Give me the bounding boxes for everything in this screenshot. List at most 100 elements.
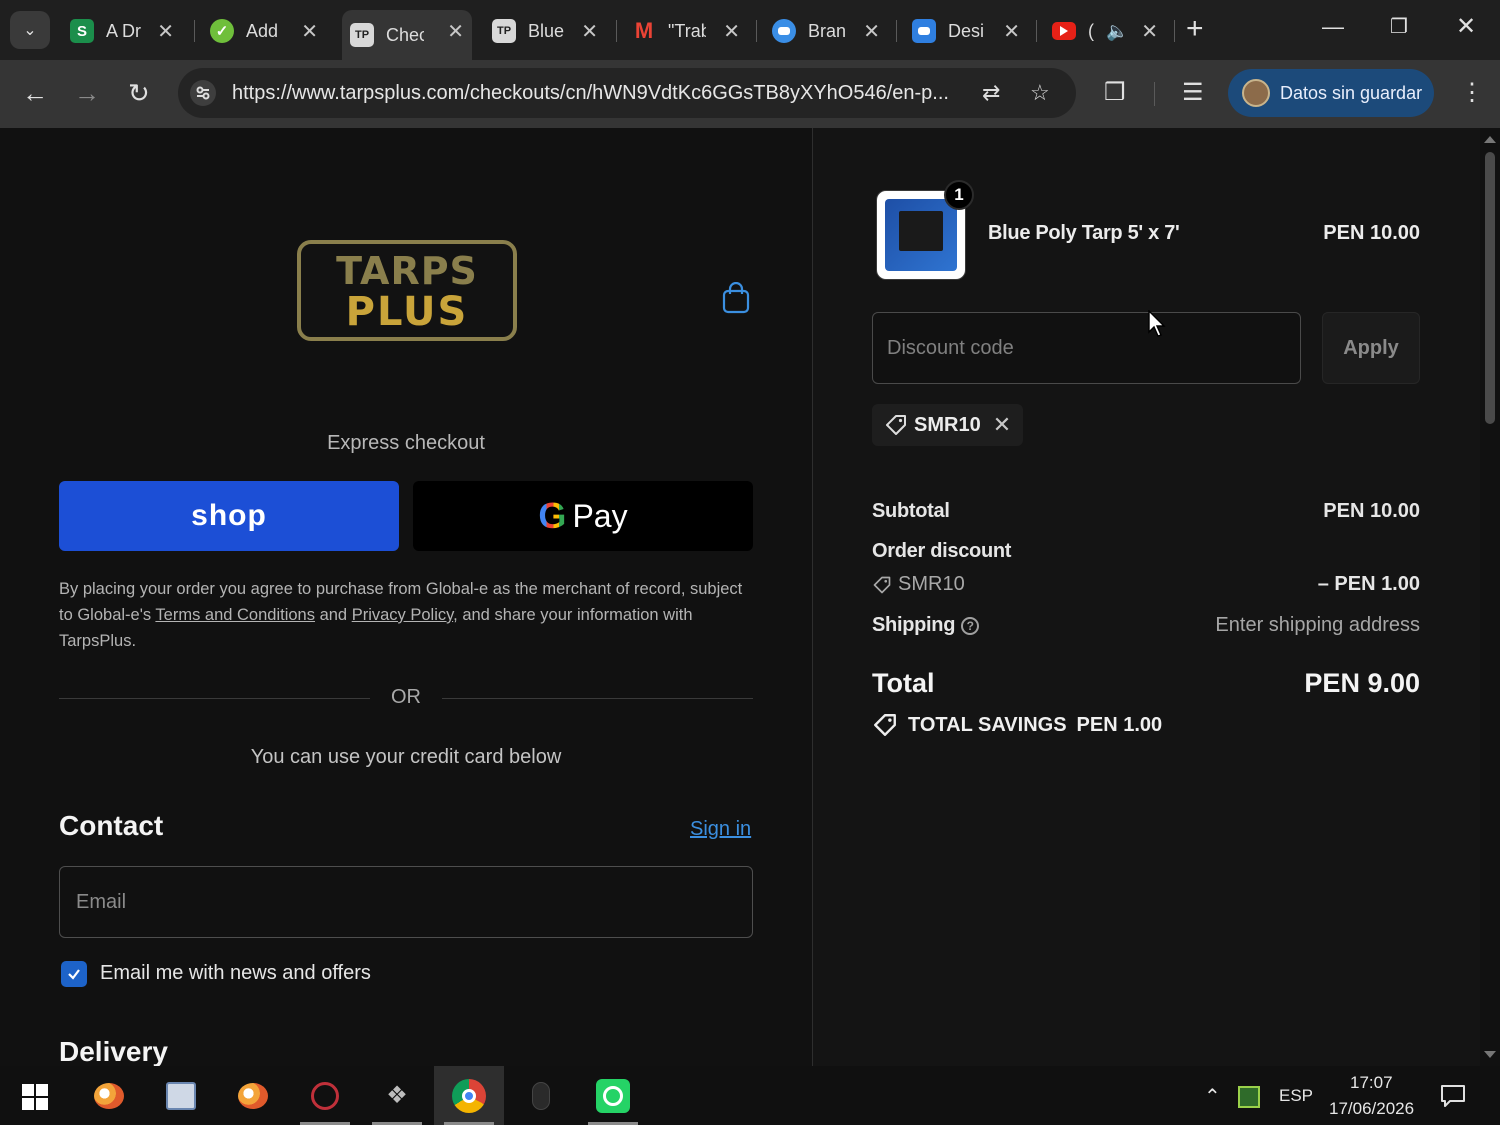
tray-overflow-icon[interactable]: ⌃ <box>1204 1084 1221 1109</box>
credit-card-note: You can use your credit card below <box>250 746 562 768</box>
tab-title: "Trab <box>668 20 706 41</box>
google-g-icon: G <box>538 495 567 536</box>
scroll-down-arrow[interactable] <box>1484 1051 1496 1058</box>
taskbar-whatsapp[interactable] <box>578 1066 648 1125</box>
subtotal-label: Subtotal <box>872 500 950 522</box>
taskbar-app-7[interactable] <box>506 1066 576 1125</box>
shop-pay-button[interactable]: shop <box>59 481 399 551</box>
tag-icon <box>873 576 891 593</box>
language-indicator[interactable]: ESP <box>1279 1086 1313 1106</box>
taskbar-app-2[interactable] <box>146 1066 216 1125</box>
mouse-app-icon <box>532 1081 550 1110</box>
chevron-down-icon: ⌄ <box>23 22 37 39</box>
tab-7[interactable]: Desi ✕ <box>904 10 1028 52</box>
close-icon[interactable]: ✕ <box>723 19 740 44</box>
back-arrow-icon[interactable]: ← <box>22 80 48 106</box>
news-checkbox[interactable] <box>61 961 87 987</box>
taskbar-app-5[interactable]: ❖ <box>362 1066 432 1125</box>
help-icon[interactable]: ? <box>961 616 980 635</box>
extensions-puzzle-icon[interactable]: ❒ <box>1104 78 1126 107</box>
google-pay-label: Pay <box>572 497 628 534</box>
taskbar-app-4[interactable] <box>290 1066 360 1125</box>
tray-app-icon[interactable] <box>1238 1086 1260 1108</box>
google-pay-button[interactable]: G Pay <box>413 481 753 551</box>
tab-search-button[interactable]: ⌄ <box>10 11 50 49</box>
shipping-value: Enter shipping address <box>1215 614 1420 636</box>
profile-label: Datos sin guardar <box>1280 82 1423 103</box>
tab-5[interactable]: M "Trab ✕ <box>624 10 748 52</box>
tab-4[interactable]: TP Blue ✕ <box>484 10 606 52</box>
total-savings: TOTAL SAVINGS PEN 1.00 <box>872 712 1162 738</box>
remove-discount-icon[interactable]: ✕ <box>993 412 1011 438</box>
avatar <box>1242 79 1270 107</box>
address-bar[interactable]: https://www.tarpsplus.com/checkouts/cn/h… <box>178 68 1076 118</box>
browser-toolbar: ← → ↻ https://www.tarpsplus.com/checkout… <box>0 60 1500 128</box>
page-scrollbar[interactable] <box>1480 128 1500 1066</box>
tag-icon <box>874 714 896 736</box>
taskbar-chrome[interactable] <box>434 1066 504 1125</box>
tab-8[interactable]: ( 🔈 ✕ <box>1044 10 1166 52</box>
shopping-bag-icon[interactable] <box>722 282 750 314</box>
translate-icon[interactable]: ⇄ <box>982 80 1000 106</box>
privacy-link[interactable]: Privacy Policy <box>352 606 453 624</box>
url-text[interactable]: https://www.tarpsplus.com/checkouts/cn/h… <box>232 82 949 105</box>
legal-text-2: and <box>314 606 352 624</box>
close-icon[interactable]: ✕ <box>301 19 318 44</box>
clock-date[interactable]: 17/06/2026 <box>1329 1099 1414 1119</box>
media-control-icon[interactable]: ☰ <box>1182 78 1204 107</box>
logo-line-1: TARPS <box>336 249 478 293</box>
checkout-main: TARPS PLUS Express checkout shop G Pay B… <box>0 128 812 1066</box>
speaker-icon[interactable]: 🔈 <box>1106 21 1128 42</box>
discount-code-input[interactable] <box>872 312 1301 384</box>
reload-icon[interactable]: ↻ <box>128 80 150 106</box>
terms-link[interactable]: Terms and Conditions <box>155 606 315 624</box>
delivery-heading: Delivery <box>59 1036 168 1066</box>
close-icon[interactable]: ✕ <box>1003 19 1020 44</box>
savings-value: PEN 1.00 <box>1076 713 1163 736</box>
notification-icon[interactable] <box>1440 1084 1466 1108</box>
tab-title: ( <box>1088 20 1094 41</box>
sign-in-link[interactable]: Sign in <box>690 818 751 841</box>
tab-2[interactable]: ✓ Add ✕ <box>202 10 326 52</box>
clock-time[interactable]: 17:07 <box>1350 1073 1393 1093</box>
display-app-icon <box>166 1081 196 1110</box>
tab-1[interactable]: S A Dr ✕ <box>62 10 182 52</box>
tab-favicon-icon: S <box>70 19 94 43</box>
or-label: OR <box>391 686 421 708</box>
tab-3-active[interactable]: TP Chec ✕ <box>342 10 472 60</box>
tag-icon <box>886 415 906 435</box>
browser-menu-icon[interactable]: ⋮ <box>1460 78 1484 107</box>
new-tab-button[interactable]: + <box>1186 14 1204 44</box>
scroll-up-arrow[interactable] <box>1484 136 1496 143</box>
tab-title: A Dr <box>106 20 142 41</box>
quantity-badge: 1 <box>944 180 974 210</box>
bookmark-star-icon[interactable]: ☆ <box>1030 80 1050 106</box>
profile-button[interactable]: Datos sin guardar <box>1228 69 1434 117</box>
restore-icon[interactable]: ❐ <box>1390 14 1408 39</box>
close-icon[interactable]: ✕ <box>157 19 174 44</box>
tab-6[interactable]: Bran ✕ <box>764 10 888 52</box>
tab-favicon-icon: TP <box>492 19 516 43</box>
email-field[interactable] <box>59 866 753 938</box>
close-icon[interactable]: ✕ <box>447 19 464 44</box>
close-window-icon[interactable]: ✕ <box>1456 12 1476 41</box>
order-discount-label: Order discount <box>872 540 1012 562</box>
tarpsplus-logo[interactable]: TARPS PLUS <box>297 240 517 341</box>
scrollbar-thumb[interactable] <box>1485 152 1495 424</box>
close-icon[interactable]: ✕ <box>581 19 598 44</box>
discount-code-row: SMR10 <box>872 573 965 596</box>
close-icon[interactable]: ✕ <box>863 19 880 44</box>
tab-title: Bran <box>808 20 846 41</box>
forward-arrow-icon[interactable]: → <box>74 80 100 106</box>
site-settings-icon[interactable] <box>190 80 216 106</box>
mouse-cursor-icon <box>1148 310 1166 337</box>
apply-discount-button[interactable]: Apply <box>1322 312 1420 384</box>
paint-app-icon <box>94 1082 124 1109</box>
close-icon[interactable]: ✕ <box>1141 19 1158 44</box>
taskbar-app-3[interactable] <box>218 1066 288 1125</box>
news-checkbox-label[interactable]: Email me with news and offers <box>100 962 371 985</box>
minimize-icon[interactable]: — <box>1322 14 1344 40</box>
tab-separator <box>756 20 757 42</box>
taskbar-app-1[interactable] <box>74 1066 144 1125</box>
windows-start-icon[interactable] <box>22 1084 48 1110</box>
